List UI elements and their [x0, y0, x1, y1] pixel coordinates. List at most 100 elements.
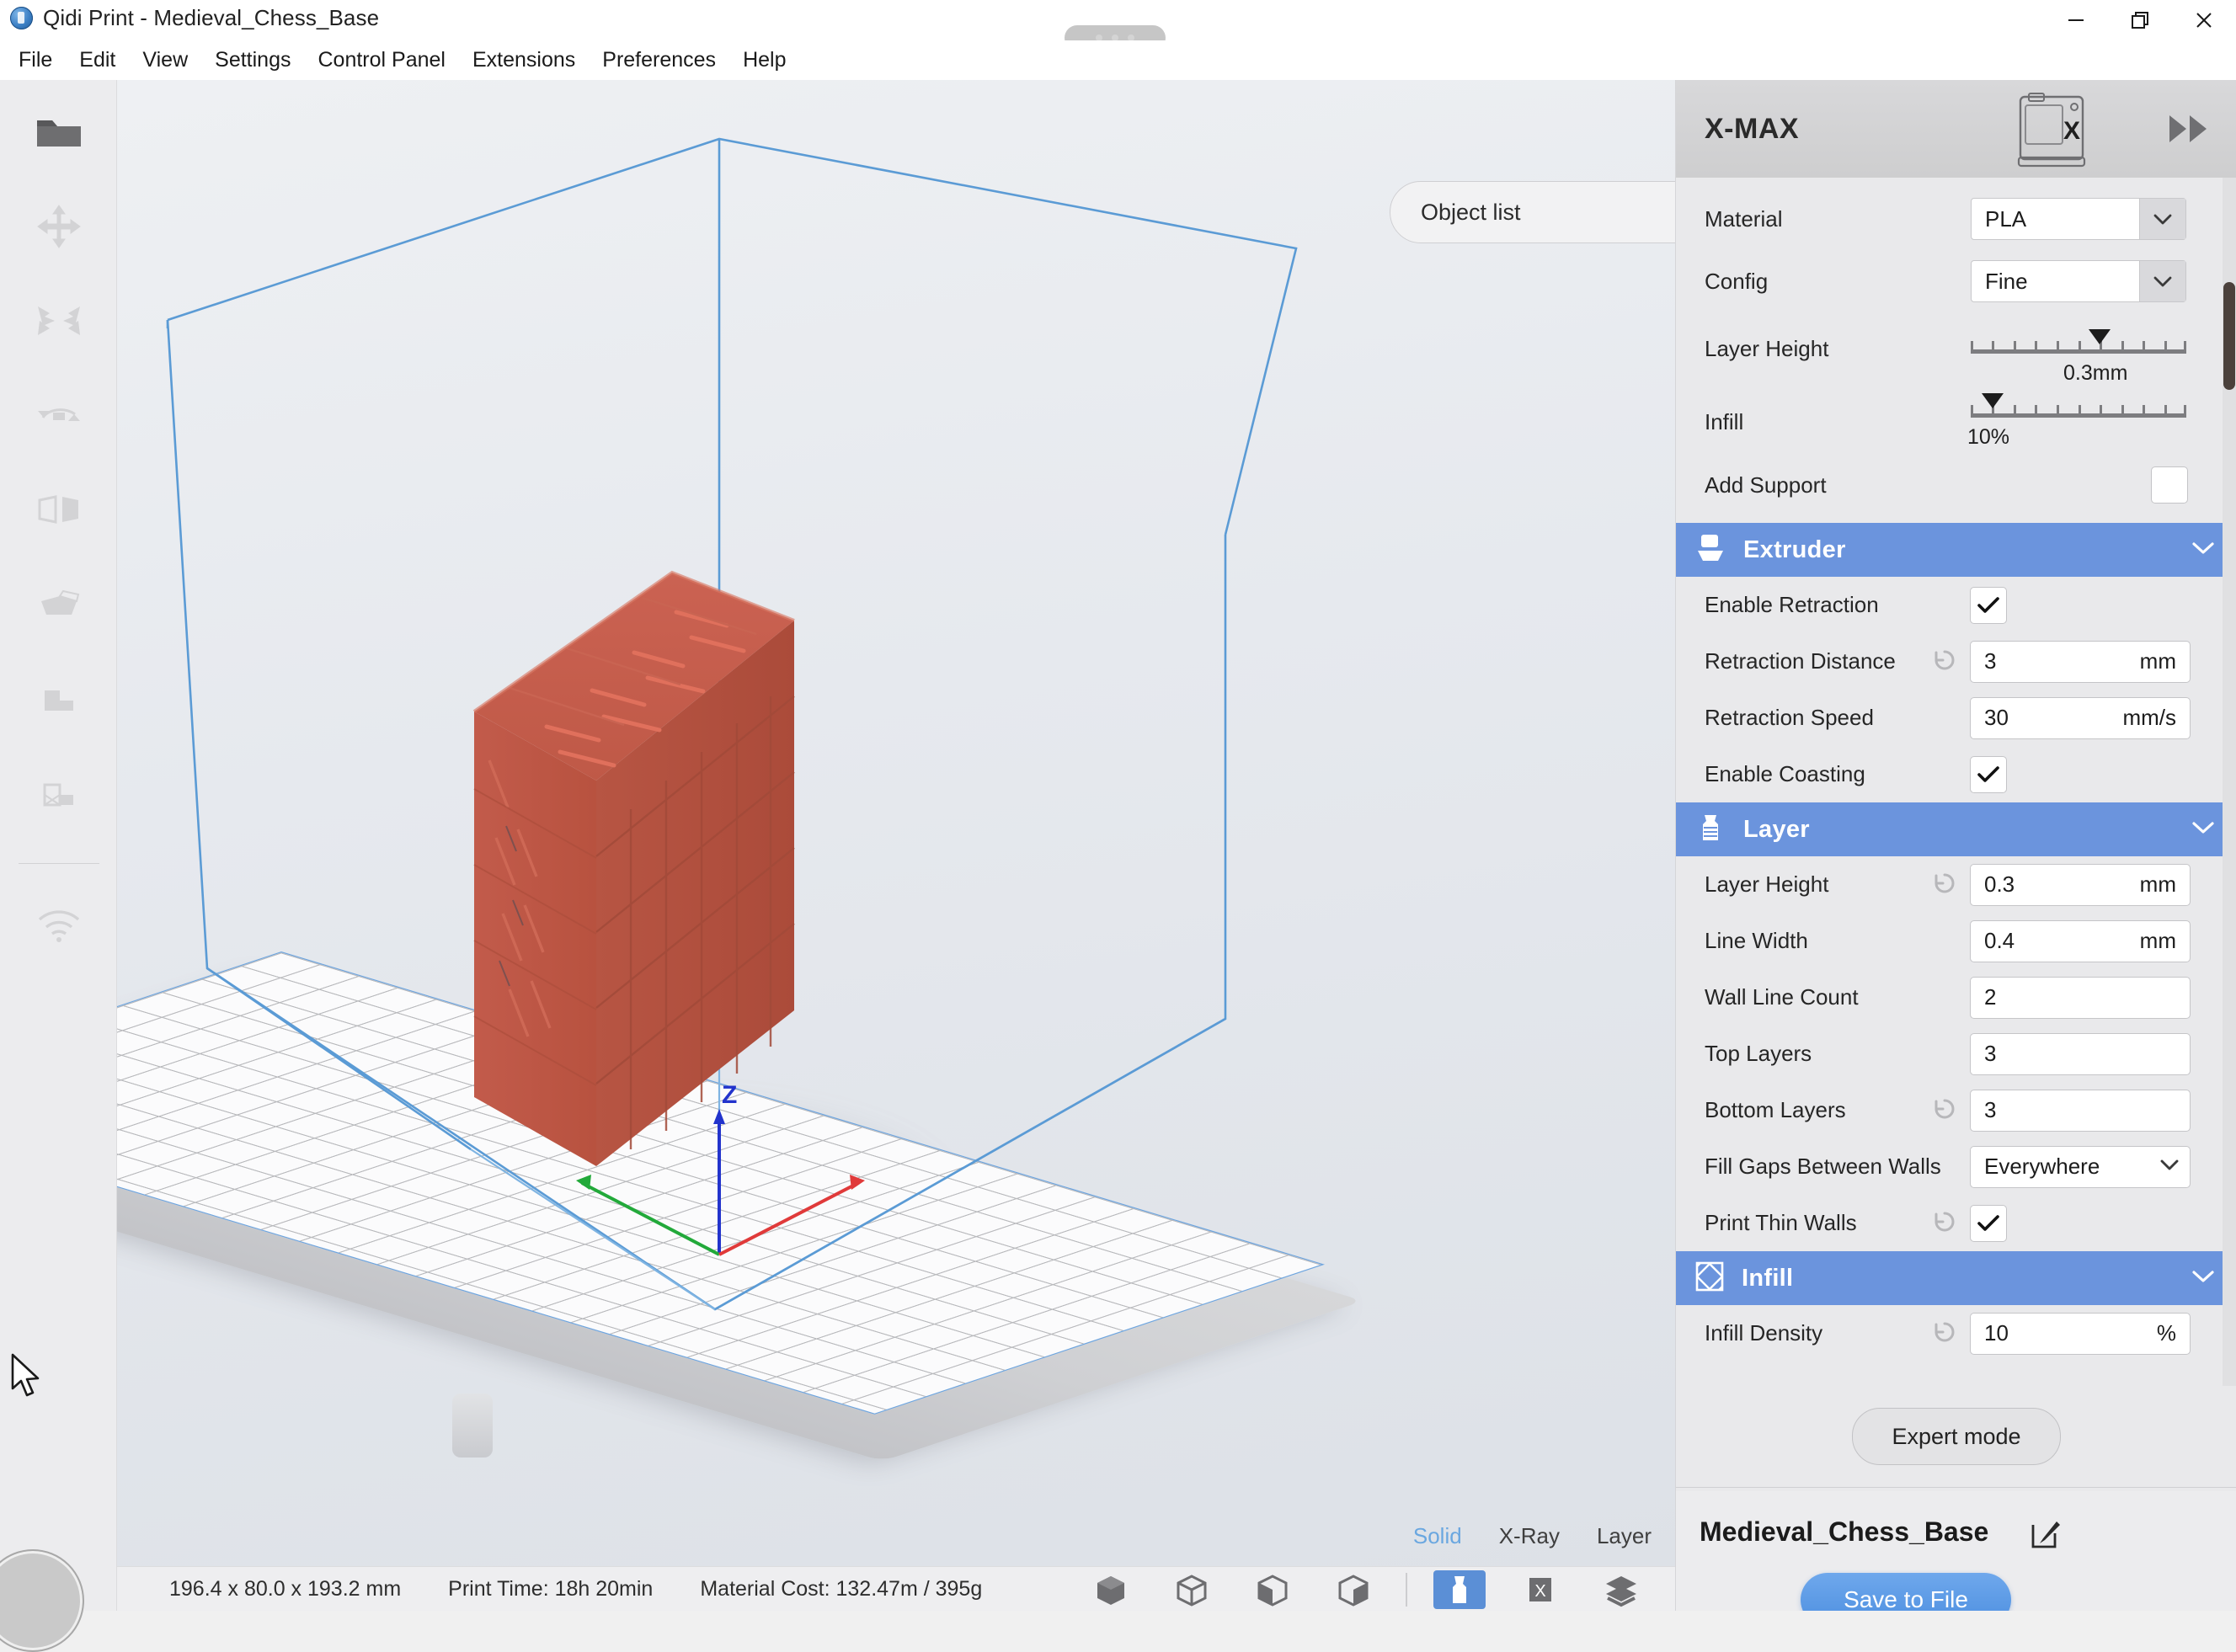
chevron-down-icon[interactable]: [2190, 818, 2217, 841]
setting-fill-gaps-between-walls[interactable]: Fill Gaps Between Walls Everywhere: [1676, 1138, 2236, 1195]
setting-layer-height-slider[interactable]: Layer Height 0.3mm: [1676, 312, 2236, 385]
print-setup-icon[interactable]: [1433, 1570, 1486, 1609]
title-bar-left: Qidi Print - Medieval_Chess_Base: [10, 5, 379, 31]
retraction-speed-unit: mm/s: [2122, 705, 2176, 731]
per-model-settings-icon[interactable]: [15, 654, 103, 742]
open-file-icon[interactable]: [15, 88, 103, 176]
layer-height-slider[interactable]: 0.3mm: [1971, 317, 2186, 380]
section-header-layer[interactable]: Layer: [1676, 802, 2236, 856]
model-medieval-chess-base[interactable]: [466, 560, 988, 1234]
scale-icon[interactable]: [15, 277, 103, 365]
setting-config[interactable]: Config Fine: [1676, 250, 2236, 312]
save-to-file-button[interactable]: Save to File: [1801, 1573, 2011, 1611]
slider-tick: [1992, 341, 1994, 352]
support-blocker-icon[interactable]: [15, 560, 103, 647]
maximize-restore-button[interactable]: [2108, 0, 2172, 40]
print-thin-walls-checkbox[interactable]: [1970, 1205, 2007, 1242]
settings-scroll-area[interactable]: Material PLA Config Fine: [1676, 178, 2236, 1386]
expert-mode-button[interactable]: Expert mode: [1852, 1408, 2061, 1465]
line-width-input[interactable]: 0.4 mm: [1970, 920, 2191, 962]
menu-item-preferences[interactable]: Preferences: [589, 45, 729, 76]
reset-icon[interactable]: [1930, 647, 1959, 676]
rotate-icon[interactable]: [15, 371, 103, 459]
view-mode-xray[interactable]: X-Ray: [1499, 1523, 1560, 1549]
print-thin-walls-label: Print Thin Walls: [1705, 1210, 1857, 1236]
view-mode-layer[interactable]: Layer: [1597, 1523, 1652, 1549]
object-list-dropdown[interactable]: Object list: [1390, 181, 1675, 243]
menu-item-edit[interactable]: Edit: [66, 45, 129, 76]
printer-header: X-MAX X: [1676, 80, 2236, 178]
settings-panel: X-MAX X Material PLA: [1675, 80, 2236, 1611]
x-ray-view-icon[interactable]: X: [1500, 1567, 1581, 1612]
setting-retraction-distance[interactable]: Retraction Distance 3 mm: [1676, 633, 2236, 690]
view-top-icon[interactable]: [1232, 1567, 1313, 1612]
setting-line-width[interactable]: Line Width 0.4 mm: [1676, 913, 2236, 969]
view-front-icon[interactable]: [1151, 1567, 1232, 1612]
minimize-button[interactable]: [2044, 0, 2108, 40]
wifi-icon[interactable]: [15, 880, 103, 967]
setting-infill-slider[interactable]: Infill 10%: [1676, 385, 2236, 459]
reset-icon[interactable]: [1930, 1208, 1959, 1238]
view-mode-solid[interactable]: Solid: [1413, 1523, 1462, 1549]
print-setup-icon-wrap[interactable]: [1419, 1567, 1500, 1612]
setting-layer-height[interactable]: Layer Height 0.3 mm: [1676, 856, 2236, 913]
infill-slider[interactable]: 10%: [1971, 381, 2186, 444]
setting-material[interactable]: Material PLA: [1676, 188, 2236, 250]
chevron-down-icon[interactable]: [2190, 1267, 2217, 1290]
setting-wall-line-count[interactable]: Wall Line Count 2: [1676, 969, 2236, 1026]
view-left-icon[interactable]: [1313, 1567, 1394, 1612]
material-select[interactable]: PLA: [1971, 198, 2186, 240]
reset-icon[interactable]: [1930, 1319, 1959, 1348]
layer-height-slider-handle[interactable]: [2089, 329, 2111, 344]
enable-coasting-checkbox[interactable]: [1970, 756, 2007, 793]
mirror-icon[interactable]: [15, 466, 103, 553]
menu-item-control-panel[interactable]: Control Panel: [304, 45, 458, 76]
close-button[interactable]: [2172, 0, 2236, 40]
top-layers-input[interactable]: 3: [1970, 1033, 2191, 1075]
setting-retraction-speed[interactable]: Retraction Speed 30 mm/s: [1676, 690, 2236, 746]
menu-item-help[interactable]: Help: [729, 45, 799, 76]
config-select[interactable]: Fine: [1971, 260, 2186, 302]
menu-item-settings[interactable]: Settings: [201, 45, 304, 76]
add-support-checkbox[interactable]: [2151, 466, 2188, 504]
edit-pencil-icon[interactable]: [2028, 1515, 2065, 1556]
double-chevron-right-icon[interactable]: [2164, 110, 2217, 152]
3d-viewport[interactable]: Object list: [117, 80, 1675, 1566]
infill-density-input[interactable]: 10 %: [1970, 1313, 2191, 1355]
infill-slider-handle[interactable]: [1982, 393, 2004, 408]
section-header-infill[interactable]: Infill: [1676, 1251, 2236, 1305]
view-orientation-gizmo[interactable]: [0, 1549, 84, 1652]
settings-scrollbar-track[interactable]: [2223, 178, 2236, 1386]
setting-print-thin-walls[interactable]: Print Thin Walls: [1676, 1195, 2236, 1251]
menu-item-extensions[interactable]: Extensions: [459, 45, 589, 76]
view-3d-icon[interactable]: [1070, 1567, 1151, 1612]
chevron-down-icon[interactable]: [2139, 261, 2185, 301]
layer-height-input[interactable]: 0.3 mm: [1970, 864, 2191, 906]
retraction-speed-input[interactable]: 30 mm/s: [1970, 697, 2191, 739]
chevron-down-icon[interactable]: [2158, 1156, 2181, 1177]
chevron-down-icon[interactable]: [2139, 199, 2185, 239]
section-header-extruder[interactable]: Extruder: [1676, 523, 2236, 577]
slider-tick: [2079, 341, 2081, 352]
setting-bottom-layers[interactable]: Bottom Layers 3: [1676, 1082, 2236, 1138]
setting-add-support[interactable]: Add Support: [1676, 459, 2236, 511]
retraction-distance-input[interactable]: 3 mm: [1970, 641, 2191, 683]
menu-item-file[interactable]: File: [5, 45, 66, 76]
slider-tick: [2164, 405, 2167, 416]
settings-scrollbar-thumb[interactable]: [2223, 282, 2235, 390]
support-eraser-icon[interactable]: [15, 749, 103, 836]
setting-enable-coasting[interactable]: Enable Coasting: [1676, 746, 2236, 802]
layer-view-icon[interactable]: [1581, 1567, 1662, 1612]
setting-enable-retraction[interactable]: Enable Retraction: [1676, 577, 2236, 633]
chevron-down-icon[interactable]: [2190, 539, 2217, 562]
move-icon[interactable]: [15, 183, 103, 270]
fill-gaps-select[interactable]: Everywhere: [1970, 1146, 2191, 1188]
reset-icon[interactable]: [1930, 1095, 1959, 1125]
wall-line-count-input[interactable]: 2: [1970, 977, 2191, 1019]
bottom-layers-input[interactable]: 3: [1970, 1090, 2191, 1132]
setting-top-layers[interactable]: Top Layers 3: [1676, 1026, 2236, 1082]
setting-infill-density[interactable]: Infill Density 10 %: [1676, 1305, 2236, 1362]
enable-retraction-checkbox[interactable]: [1970, 587, 2007, 624]
menu-item-view[interactable]: View: [129, 45, 201, 76]
reset-icon[interactable]: [1930, 870, 1959, 899]
